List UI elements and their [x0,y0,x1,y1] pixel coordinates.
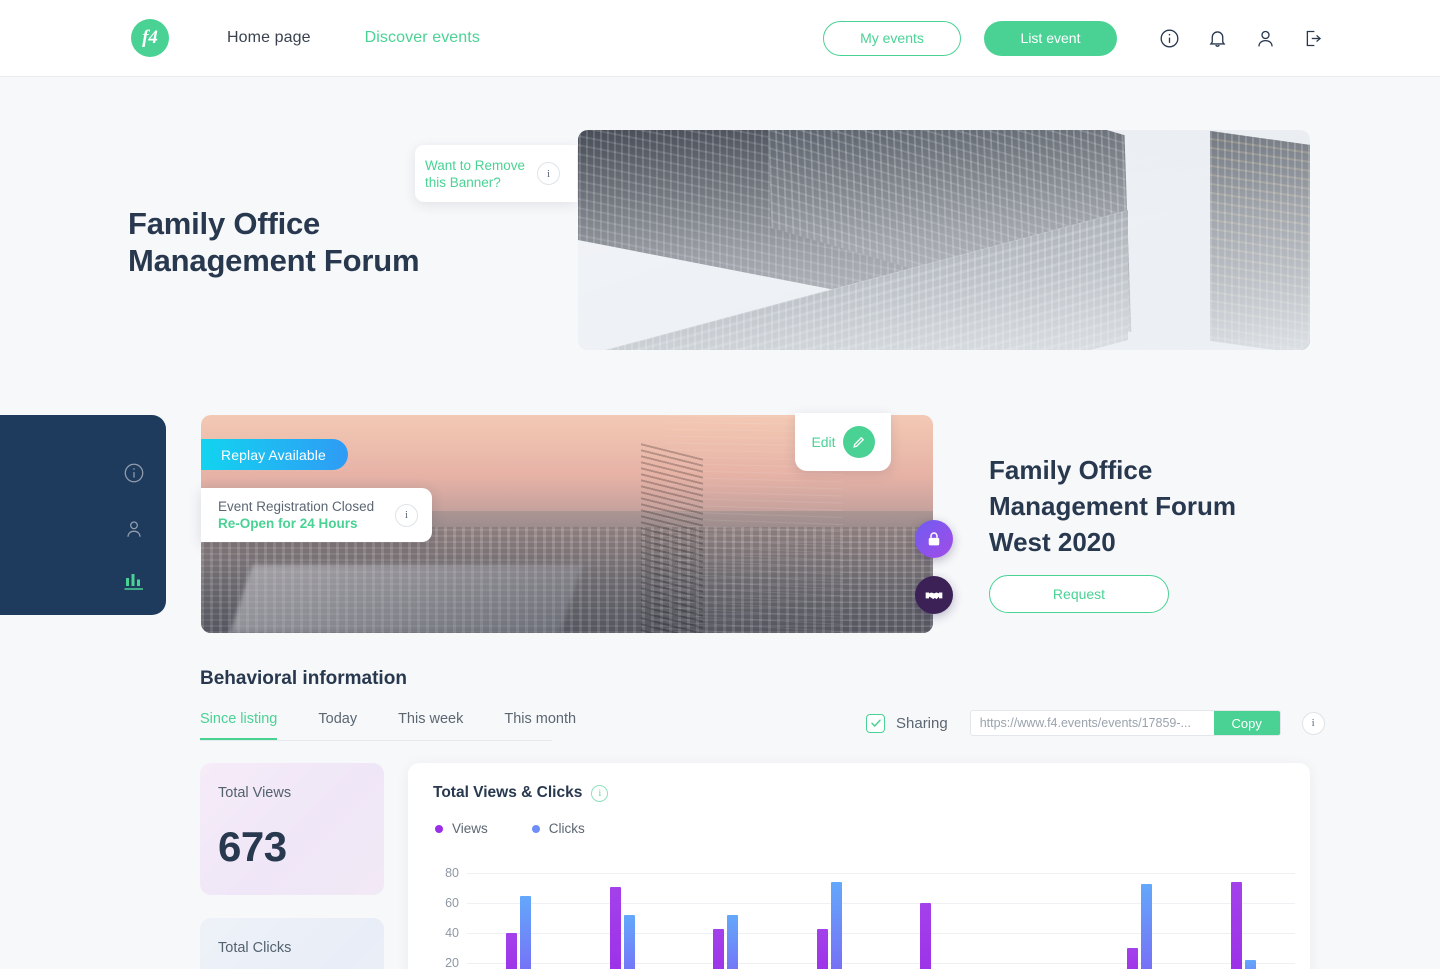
header-actions: My events List event [823,20,1324,56]
chart-bar-clicks[interactable] [830,882,842,969]
chart-legend: Views Clicks [408,802,1310,836]
page-title: Family Office Management Forum [128,205,420,279]
pencil-icon[interactable] [842,426,875,458]
info-badge-icon[interactable]: i [537,162,560,185]
chart-bar-group [1192,873,1296,969]
edit-label: Edit [811,434,836,450]
total-views-value: 673 [218,823,287,870]
tab-this-month[interactable]: This month [504,711,576,740]
registration-status-text: Event Registration Closed [218,498,375,514]
legend-dot-clicks [531,824,540,833]
total-clicks-label: Total Clicks [218,940,292,956]
reopen-link[interactable]: Re-Open for 24 Hours [218,515,395,533]
chart-header: Total Views & Clicks i [408,763,1310,802]
legend-label-clicks: Clicks [548,821,585,836]
total-views-label: Total Views [218,785,292,801]
chart-bar-group [674,873,778,969]
sidebar-item-attendees[interactable] [120,515,148,543]
chart-bar-clicks[interactable] [727,915,739,969]
sidebar-item-info[interactable] [120,459,148,487]
remove-banner-note[interactable]: Want to Remove this Banner? i [415,145,577,202]
chart-y-tick: 40 [445,926,459,940]
chart-bar-group [1088,873,1192,969]
info-badge-icon[interactable]: i [591,784,609,802]
chart-bar-views[interactable] [609,886,621,969]
hero-banner-image [578,130,1310,350]
page-title-line1: Family Office [128,206,321,241]
cover-tower-glass [641,441,703,633]
handshake-icon[interactable] [915,576,953,614]
my-events-button[interactable]: My events [823,20,961,56]
chart-bar-views[interactable] [1230,882,1242,969]
app-root: f4 Home page Discover events My events L… [0,0,1440,969]
tab-this-week[interactable]: This week [398,711,463,740]
chart-y-axis: 80 60 40 20 [433,866,459,969]
chart-bar-views[interactable] [713,928,725,969]
chart-bar-clicks[interactable] [1141,883,1153,969]
info-icon[interactable] [1159,28,1180,49]
legend-item-views: Views [435,821,488,836]
replay-available-badge: Replay Available [201,439,348,470]
sharing-row: Sharing https://www.f4.events/events/178… [866,710,1325,736]
top-header: f4 Home page Discover events My events L… [0,0,1440,76]
logout-icon[interactable] [1303,28,1324,49]
share-url-text: https://www.f4.events/events/17859-... [979,716,1191,730]
chart-y-tick: 80 [445,866,459,880]
user-icon[interactable] [1255,28,1276,49]
sidebar-item-analytics[interactable] [120,567,148,595]
tab-since-listing[interactable]: Since listing [200,711,278,740]
nav-home-page[interactable]: Home page [227,29,311,47]
chart-bar-clicks[interactable] [1244,960,1256,969]
registration-texts: Event Registration Closed Re-Open for 24… [218,498,395,533]
lock-icon[interactable] [915,520,953,558]
hero-haze-overlay [578,130,1310,350]
total-views-card: Total Views 673 [200,763,384,895]
behavioral-section-title: Behavioral information [200,668,407,689]
info-badge-icon[interactable]: i [395,503,418,527]
chart-bar-views[interactable] [920,903,932,969]
chart-y-tick: 60 [445,896,459,910]
legend-label-views: Views [452,821,488,836]
chart-bar-clicks[interactable] [520,895,532,969]
chart-y-tick: 20 [445,956,459,969]
behavioral-tabs: Since listing Today This week This month [200,711,576,740]
event-name: Family Office Management Forum West 2020 [989,455,1237,557]
views-clicks-chart-card: Total Views & Clicks i Views Clicks 80 60… [408,763,1310,969]
tab-today[interactable]: Today [318,711,357,740]
chart-bar-group [985,873,1089,969]
chart-bar-clicks[interactable] [623,915,635,969]
legend-item-clicks: Clicks [531,821,585,836]
total-clicks-card: Total Clicks [200,918,384,969]
request-button[interactable]: Request [989,575,1169,613]
page-title-line2: Management Forum [128,243,420,278]
bell-icon[interactable] [1207,28,1228,49]
share-url-field[interactable]: https://www.f4.events/events/17859-... C… [969,710,1281,736]
chart-grid [467,873,1295,969]
cover-river [229,565,583,633]
left-side-panel [0,415,166,615]
remove-banner-text: Want to Remove this Banner? [425,157,526,190]
logo[interactable]: f4 [131,19,169,57]
chart-bar-views[interactable] [506,933,518,969]
sharing-checkbox[interactable] [866,713,885,733]
edit-event-button[interactable]: Edit [795,413,891,471]
chart-title: Total Views & Clicks [433,784,583,801]
copy-button[interactable]: Copy [1213,711,1280,735]
chart-bars [467,873,1295,969]
chart-bar-group [881,873,985,969]
chart-bar-group [467,873,571,969]
info-badge-icon[interactable]: i [1301,711,1325,735]
chart-bar-group [778,873,882,969]
chart-bar-group [571,873,675,969]
nav-discover-events[interactable]: Discover events [365,29,480,47]
list-event-button[interactable]: List event [984,20,1117,56]
registration-status-card: Event Registration Closed Re-Open for 24… [201,488,432,542]
chart-bar-views[interactable] [1127,948,1139,969]
tabs-divider [200,740,552,741]
chart-bar-views[interactable] [816,928,828,969]
sharing-label: Sharing [896,714,948,732]
chart-plot-area: 80 60 40 20 [433,866,1295,969]
legend-dot-views [435,824,443,833]
